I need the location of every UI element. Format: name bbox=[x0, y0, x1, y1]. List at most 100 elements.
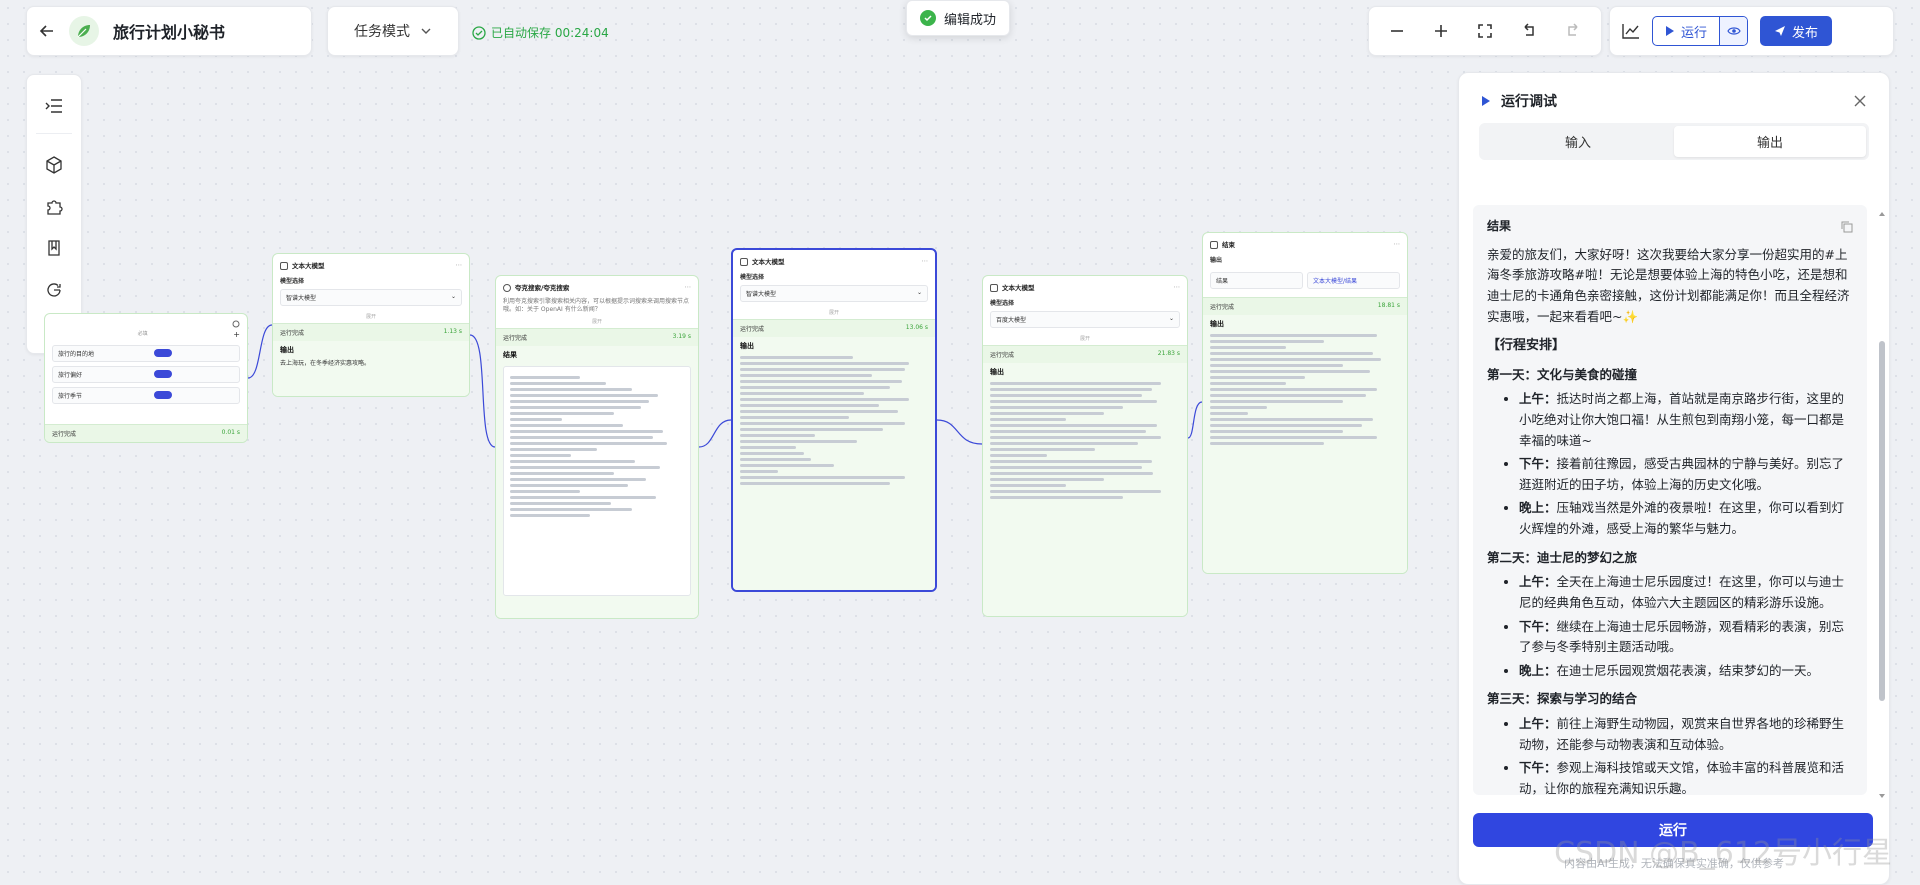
list-item: 晚上：压轴戏当然是外滩的夜景啦！在这里，你可以看到灯火辉煌的外滩，感受上海的繁华… bbox=[1519, 498, 1853, 539]
node-header bbox=[45, 314, 247, 328]
node-title: 文本大模型 bbox=[1002, 284, 1035, 292]
node-title: 文本大模型 bbox=[292, 262, 325, 270]
param-header: 必填 + bbox=[137, 330, 240, 339]
day-title: 第一天：文化与美食的碰撞 bbox=[1487, 366, 1638, 382]
cube-icon bbox=[990, 284, 998, 292]
watermark: CSDN @B_612号小行星 bbox=[1554, 836, 1892, 871]
output-label: 结果 bbox=[503, 350, 517, 359]
end-node[interactable]: 结束 ⋯ 输出 结果 文本大模型/结果 运行完成 18.81 s 输出 bbox=[1202, 232, 1408, 574]
expand-toggle[interactable]: 展开 bbox=[503, 315, 691, 328]
redo-icon[interactable] bbox=[1565, 23, 1581, 39]
debug-title: 运行调试 bbox=[1501, 94, 1557, 110]
model-select-label: 模型选择 bbox=[280, 278, 305, 285]
model-select[interactable]: 智谱大模型 ⌄ bbox=[280, 289, 462, 306]
scroll-up-icon[interactable] bbox=[1879, 211, 1885, 217]
day-section: 第三天：探索与学习的结合 上午：前往上海野生动物园，观赏来自世界各地的珍稀野生动… bbox=[1487, 689, 1853, 795]
item-text: 参观上海科技馆或天文馆，体验丰富的科普展览和活动，让你的旅程充满知识乐趣。 bbox=[1519, 760, 1845, 795]
preview-eye-button[interactable] bbox=[1719, 17, 1748, 45]
run-status: 运行完成 13.06 s bbox=[733, 319, 935, 337]
model-select[interactable]: 百度大模型 ⌄ bbox=[990, 311, 1180, 328]
item-key: 晚上： bbox=[1519, 662, 1557, 678]
list-item: 上午：前往上海野生动物园，观赏来自世界各地的珍稀野生动物，还能参与动物表演和互动… bbox=[1519, 714, 1853, 755]
undo-icon[interactable] bbox=[1521, 23, 1537, 39]
llm-node-3[interactable]: 文本大模型 ⋯ 模型选择 百度大模型 ⌄ 展开 运行完成 21.83 s 输出 bbox=[982, 275, 1188, 617]
item-key: 上午： bbox=[1519, 391, 1557, 407]
add-icon[interactable]: + bbox=[233, 330, 240, 339]
run-time: 21.83 s bbox=[1157, 350, 1180, 357]
expand-toggle[interactable]: 展开 bbox=[740, 306, 928, 319]
model-select[interactable]: 智谱大模型 ⌄ bbox=[740, 285, 928, 302]
toggle-switch[interactable] bbox=[154, 349, 172, 357]
play-icon bbox=[1482, 96, 1490, 106]
model-value: 智谱大模型 bbox=[746, 291, 777, 298]
item-text: 压轴戏当然是外滩的夜景啦！在这里，你可以看到灯火辉煌的外滩，感受上海的繁华与魅力… bbox=[1519, 500, 1845, 537]
output-section-label: 输出 bbox=[1210, 257, 1223, 264]
result-intro: 亲爱的旅友们，大家好呀！这次我要给大家分享一份超实用的#上海冬季旅游攻略#啦！无… bbox=[1487, 246, 1850, 324]
start-node[interactable]: 必填 + 旅行的目的地 旅行偏好 旅行季节 运行完成 0.01 s bbox=[44, 313, 248, 443]
close-icon[interactable] bbox=[1853, 94, 1867, 108]
status-text: 运行完成 bbox=[280, 330, 305, 337]
toggle-switch[interactable] bbox=[154, 391, 172, 399]
item-key: 晚上： bbox=[1519, 500, 1557, 516]
search-node[interactable]: 夸克搜索/夸克搜索 ⋯ 利用夸克搜索引擎搜索相关内容，可以根据提示词搜索来调用搜索… bbox=[495, 275, 699, 619]
run-toolbar: 运行 发布 bbox=[1609, 6, 1894, 56]
status-text: 运行完成 bbox=[990, 352, 1015, 359]
scrollbar[interactable] bbox=[1879, 212, 1885, 798]
model-value: 百度大模型 bbox=[996, 317, 1027, 324]
node-title: 文本大模型 bbox=[752, 258, 785, 266]
node-header: 结束 ⋯ bbox=[1203, 233, 1407, 255]
item-key: 下午： bbox=[1519, 618, 1557, 634]
llm-node-1[interactable]: 文本大模型 ⋯ 模型选择 智谱大模型 ⌄ 展开 运行完成 1.13 s 输出 去上海玩… bbox=[272, 253, 470, 397]
publish-button[interactable]: 发布 bbox=[1760, 16, 1833, 46]
run-status: 运行完成 0.01 s bbox=[45, 424, 247, 442]
output-preview bbox=[1210, 333, 1400, 445]
node-header: 文本大模型 ⋯ bbox=[273, 254, 469, 276]
expand-toggle[interactable]: 展开 bbox=[990, 332, 1180, 345]
list-item: 下午：继续在上海迪士尼乐园畅游，观看精彩的表演，别忘了参与冬季特别主题活动哦。 bbox=[1519, 617, 1853, 658]
result-label: 结果 bbox=[1487, 219, 1512, 233]
item-text: 接着前往豫园，感受古典园林的宁静与美好。别忘了逛逛附近的田子坊，体验上海的历史文… bbox=[1519, 456, 1845, 492]
settings-icon[interactable] bbox=[232, 320, 240, 328]
play-icon bbox=[1666, 26, 1674, 36]
var-name-field[interactable]: 结果 bbox=[1210, 272, 1303, 289]
node-header: 文本大模型 ⋯ bbox=[983, 276, 1187, 298]
node-description: 利用夸克搜索引擎搜索相关内容，可以根据提示词搜索来调用搜索节点哦。如：关于 Op… bbox=[503, 298, 690, 314]
var-name: 结果 bbox=[1216, 278, 1229, 285]
output-label: 输出 bbox=[1210, 320, 1224, 328]
copy-icon[interactable] bbox=[1840, 220, 1853, 233]
tab-input[interactable]: 输入 bbox=[1482, 126, 1674, 157]
node-header: 文本大模型 ⋯ bbox=[733, 250, 935, 272]
output-preview bbox=[990, 381, 1180, 499]
output-area: 输出 bbox=[983, 363, 1187, 616]
item-text: 前往上海野生动物园，观赏来自世界各地的珍稀野生动物，还能参与动物表演和互动体验。 bbox=[1519, 716, 1845, 752]
item-key: 上午： bbox=[1519, 574, 1557, 590]
list-item: 下午：参观上海科技馆或天文馆，体验丰富的科普展览和活动，让你的旅程充满知识乐趣。 bbox=[1519, 758, 1853, 795]
llm-node-2[interactable]: 文本大模型 ⋯ 模型选择 智谱大模型 ⌄ 展开 运行完成 13.06 s 输出 bbox=[731, 248, 937, 592]
expand-toggle[interactable]: 展开 bbox=[280, 310, 462, 323]
toggle-switch[interactable] bbox=[154, 370, 172, 378]
model-value: 智谱大模型 bbox=[286, 295, 317, 302]
node-title: 结束 bbox=[1222, 241, 1235, 249]
param-row[interactable]: 旅行的目的地 bbox=[52, 345, 240, 362]
fit-view-icon[interactable] bbox=[1477, 23, 1493, 39]
output-label: 输出 bbox=[280, 346, 294, 354]
scrollbar-thumb[interactable] bbox=[1879, 341, 1885, 701]
param-name: 旅行的目的地 bbox=[58, 351, 95, 358]
param-row[interactable]: 旅行季节 bbox=[52, 387, 240, 404]
var-value-field[interactable]: 文本大模型/结果 bbox=[1307, 272, 1400, 289]
scroll-down-icon[interactable] bbox=[1879, 793, 1885, 799]
tab-output[interactable]: 输出 bbox=[1674, 126, 1866, 157]
status-text: 运行完成 bbox=[52, 431, 77, 438]
output-area: 结果 bbox=[496, 345, 698, 618]
param-row[interactable]: 旅行偏好 bbox=[52, 366, 240, 383]
day-section: 第一天：文化与美食的碰撞 上午：抵达时尚之都上海，首站就是南京路步行街，这里的小… bbox=[1487, 365, 1853, 540]
list-item: 晚上：在迪士尼乐园观赏烟花表演，结束梦幻的一天。 bbox=[1519, 661, 1853, 682]
output-label: 输出 bbox=[990, 368, 1004, 376]
chart-line-icon[interactable] bbox=[1622, 23, 1640, 39]
eye-icon bbox=[1726, 27, 1741, 35]
output-preview bbox=[740, 355, 928, 485]
publish-label: 发布 bbox=[1792, 25, 1819, 41]
output-area: 输出 去上海玩，在冬季经济实惠攻略。 bbox=[273, 341, 469, 396]
run-button[interactable]: 运行 bbox=[1653, 17, 1719, 45]
list-item: 上午：抵达时尚之都上海，首站就是南京路步行街，这里的小吃绝对让你大饱口福！从生煎… bbox=[1519, 389, 1853, 451]
